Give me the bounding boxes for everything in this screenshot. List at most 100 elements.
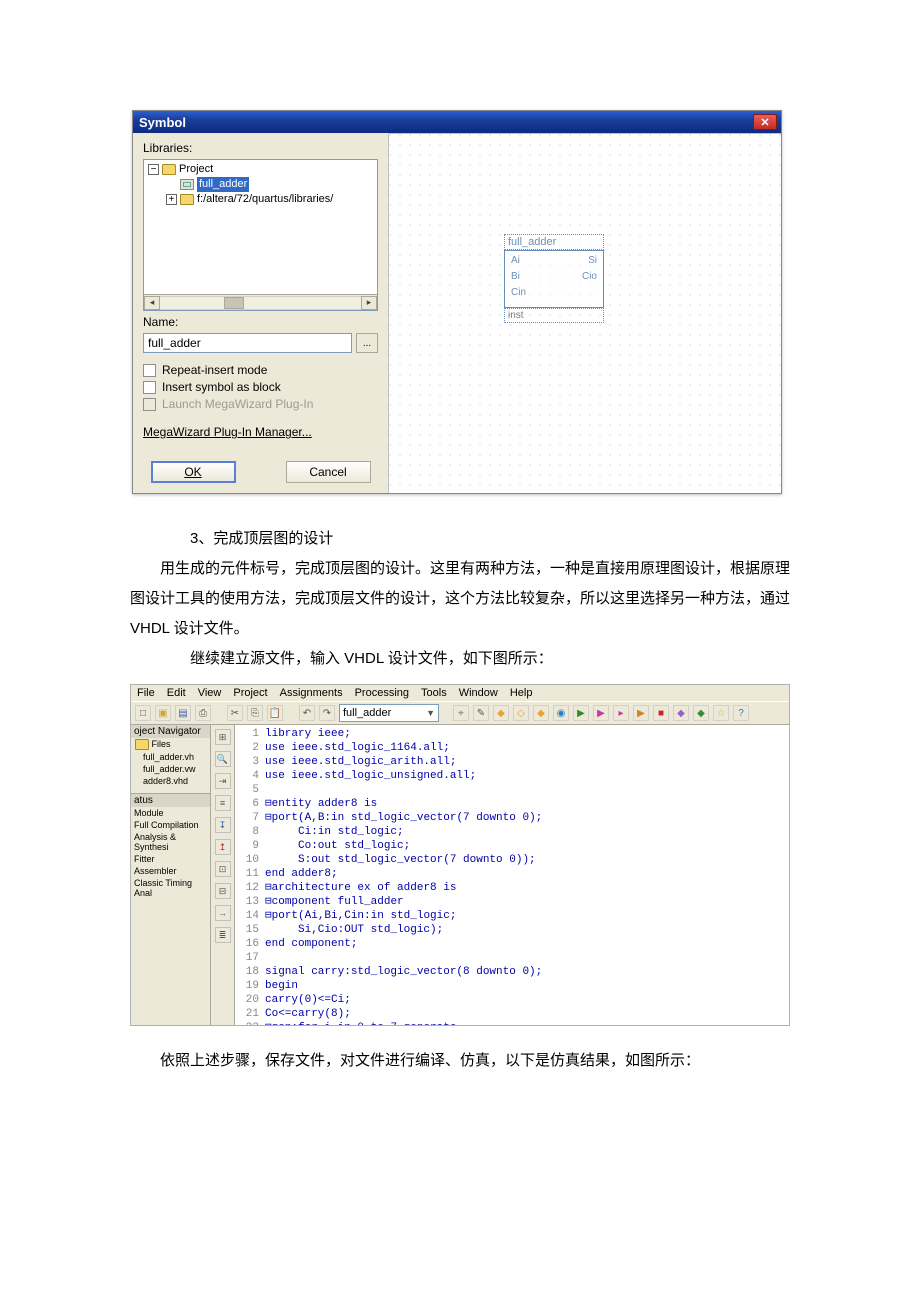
- tool-icon[interactable]: ◇: [513, 705, 529, 721]
- scroll-left-button[interactable]: ◂: [144, 296, 160, 310]
- code-line[interactable]: 21Co<=carry(8);: [235, 1007, 789, 1021]
- play-icon[interactable]: ▶: [573, 705, 589, 721]
- code-line[interactable]: 4use ieee.std_logic_unsigned.all;: [235, 769, 789, 783]
- code-line[interactable]: 8 Ci:in std_logic;: [235, 825, 789, 839]
- menu-help[interactable]: Help: [510, 687, 533, 699]
- tool-icon[interactable]: ◆: [493, 705, 509, 721]
- tool-icon[interactable]: ≣: [215, 927, 231, 943]
- tool-icon[interactable]: →: [215, 905, 231, 921]
- scroll-track[interactable]: [160, 296, 361, 310]
- find-icon[interactable]: 🔍: [215, 751, 231, 767]
- tool-icon[interactable]: ⊟: [215, 883, 231, 899]
- menu-project[interactable]: Project: [233, 687, 267, 699]
- code-line[interactable]: 18signal carry:std_logic_vector(8 downto…: [235, 965, 789, 979]
- task-item[interactable]: Full Compilation: [131, 819, 210, 831]
- tool-icon[interactable]: ⇥: [215, 773, 231, 789]
- print-icon[interactable]: ⎙: [195, 705, 211, 721]
- task-item[interactable]: Assembler: [131, 865, 210, 877]
- indent-icon[interactable]: ≡: [215, 795, 231, 811]
- code-line[interactable]: 17: [235, 951, 789, 965]
- code-line[interactable]: 22⊟gen:for i in 0 to 7 generate: [235, 1021, 789, 1025]
- browse-button[interactable]: ...: [356, 333, 378, 353]
- expand-icon[interactable]: +: [166, 194, 177, 205]
- tool-icon[interactable]: ⊞: [215, 729, 231, 745]
- cut-icon[interactable]: ✂: [227, 705, 243, 721]
- save-icon[interactable]: ▤: [175, 705, 191, 721]
- stop-icon[interactable]: ■: [653, 705, 669, 721]
- tool-icon[interactable]: ↧: [215, 817, 231, 833]
- menu-assignments[interactable]: Assignments: [280, 687, 343, 699]
- code-line[interactable]: 16end component;: [235, 937, 789, 951]
- tree-node-project[interactable]: − Project: [146, 162, 375, 177]
- code-line[interactable]: 5: [235, 783, 789, 797]
- tool-icon[interactable]: ◆: [533, 705, 549, 721]
- entity-combo[interactable]: full_adder ▼: [339, 704, 439, 722]
- tool-icon[interactable]: ☆: [713, 705, 729, 721]
- redo-icon[interactable]: ↷: [319, 705, 335, 721]
- open-icon[interactable]: ▣: [155, 705, 171, 721]
- tool-icon[interactable]: ⌖: [453, 705, 469, 721]
- close-button[interactable]: ✕: [753, 114, 777, 130]
- code-line[interactable]: 14⊟port(Ai,Bi,Cin:in std_logic;: [235, 909, 789, 923]
- code-line[interactable]: 1library ieee;: [235, 727, 789, 741]
- dropdown-icon[interactable]: ▼: [426, 708, 435, 718]
- tree-node-path[interactable]: + f:/altera/72/quartus/libraries/: [146, 192, 375, 207]
- code-line[interactable]: 13⊟component full_adder: [235, 895, 789, 909]
- tool-icon[interactable]: ▶: [593, 705, 609, 721]
- code-line[interactable]: 10 S:out std_logic_vector(7 downto 0));: [235, 853, 789, 867]
- code-line[interactable]: 20carry(0)<=Ci;: [235, 993, 789, 1007]
- menu-view[interactable]: View: [198, 687, 222, 699]
- menu-window[interactable]: Window: [459, 687, 498, 699]
- menu-edit[interactable]: Edit: [167, 687, 186, 699]
- tool-icon[interactable]: ◆: [673, 705, 689, 721]
- menu-processing[interactable]: Processing: [355, 687, 409, 699]
- collapse-icon[interactable]: −: [148, 164, 159, 175]
- ide-toolbar[interactable]: □ ▣ ▤ ⎙ ✂ ⎘ 📋 ↶ ↷ full_adder ▼ ⌖ ✎ ◆ ◇ ◆…: [131, 701, 789, 725]
- code-line[interactable]: 3use ieee.std_logic_arith.all;: [235, 755, 789, 769]
- checkbox-icon[interactable]: [143, 381, 156, 394]
- tool-icon[interactable]: ⊡: [215, 861, 231, 877]
- menu-file[interactable]: File: [137, 687, 155, 699]
- scroll-right-button[interactable]: ▸: [361, 296, 377, 310]
- code-line[interactable]: 11end adder8;: [235, 867, 789, 881]
- undo-icon[interactable]: ↶: [299, 705, 315, 721]
- tree-node-full-adder[interactable]: full_adder: [146, 177, 375, 192]
- help-icon[interactable]: ?: [733, 705, 749, 721]
- nav-files-label[interactable]: Files: [131, 738, 210, 751]
- megawizard-link[interactable]: MegaWizard Plug-In Manager...: [143, 425, 378, 439]
- dialog-titlebar[interactable]: Symbol ✕: [133, 111, 781, 133]
- task-item[interactable]: Module: [131, 807, 210, 819]
- scroll-thumb[interactable]: [224, 297, 244, 309]
- checkbox-icon[interactable]: [143, 364, 156, 377]
- libraries-tree[interactable]: − Project full_adder + f:/altera/72/quar…: [143, 159, 378, 311]
- tool-icon[interactable]: ◆: [693, 705, 709, 721]
- repeat-insert-row[interactable]: Repeat-insert mode: [143, 363, 378, 377]
- new-icon[interactable]: □: [135, 705, 151, 721]
- code-line[interactable]: 19begin: [235, 979, 789, 993]
- editor-gutter-tools[interactable]: ⊞ 🔍 ⇥ ≡ ↧ ↥ ⊡ ⊟ → ≣: [211, 725, 235, 1025]
- code-line[interactable]: 9 Co:out std_logic;: [235, 839, 789, 853]
- ide-menubar[interactable]: File Edit View Project Assignments Processing…: [131, 685, 789, 701]
- code-line[interactable]: 2use ieee.std_logic_1164.all;: [235, 741, 789, 755]
- tree-h-scrollbar[interactable]: ◂ ▸: [144, 294, 377, 310]
- tool-icon[interactable]: ↥: [215, 839, 231, 855]
- menu-tools[interactable]: Tools: [421, 687, 447, 699]
- copy-icon[interactable]: ⎘: [247, 705, 263, 721]
- insert-block-row[interactable]: Insert symbol as block: [143, 380, 378, 394]
- file-item[interactable]: adder8.vhd: [131, 775, 210, 787]
- code-line[interactable]: 6⊟entity adder8 is: [235, 797, 789, 811]
- file-item[interactable]: full_adder.vh: [131, 751, 210, 763]
- cancel-button[interactable]: Cancel: [286, 461, 371, 483]
- tool-icon[interactable]: ▸: [613, 705, 629, 721]
- name-input[interactable]: [143, 333, 352, 353]
- code-line[interactable]: 7⊟port(A,B:in std_logic_vector(7 downto …: [235, 811, 789, 825]
- task-item[interactable]: Analysis & Synthesi: [131, 831, 210, 853]
- paste-icon[interactable]: 📋: [267, 705, 283, 721]
- code-line[interactable]: 15 Si,Cio:OUT std_logic);: [235, 923, 789, 937]
- code-line[interactable]: 12⊟architecture ex of adder8 is: [235, 881, 789, 895]
- project-navigator[interactable]: oject Navigator Files full_adder.vhfull_…: [131, 725, 211, 1025]
- file-item[interactable]: full_adder.vw: [131, 763, 210, 775]
- tool-icon[interactable]: ✎: [473, 705, 489, 721]
- ok-button[interactable]: OK: [151, 461, 236, 483]
- tool-icon[interactable]: ▶: [633, 705, 649, 721]
